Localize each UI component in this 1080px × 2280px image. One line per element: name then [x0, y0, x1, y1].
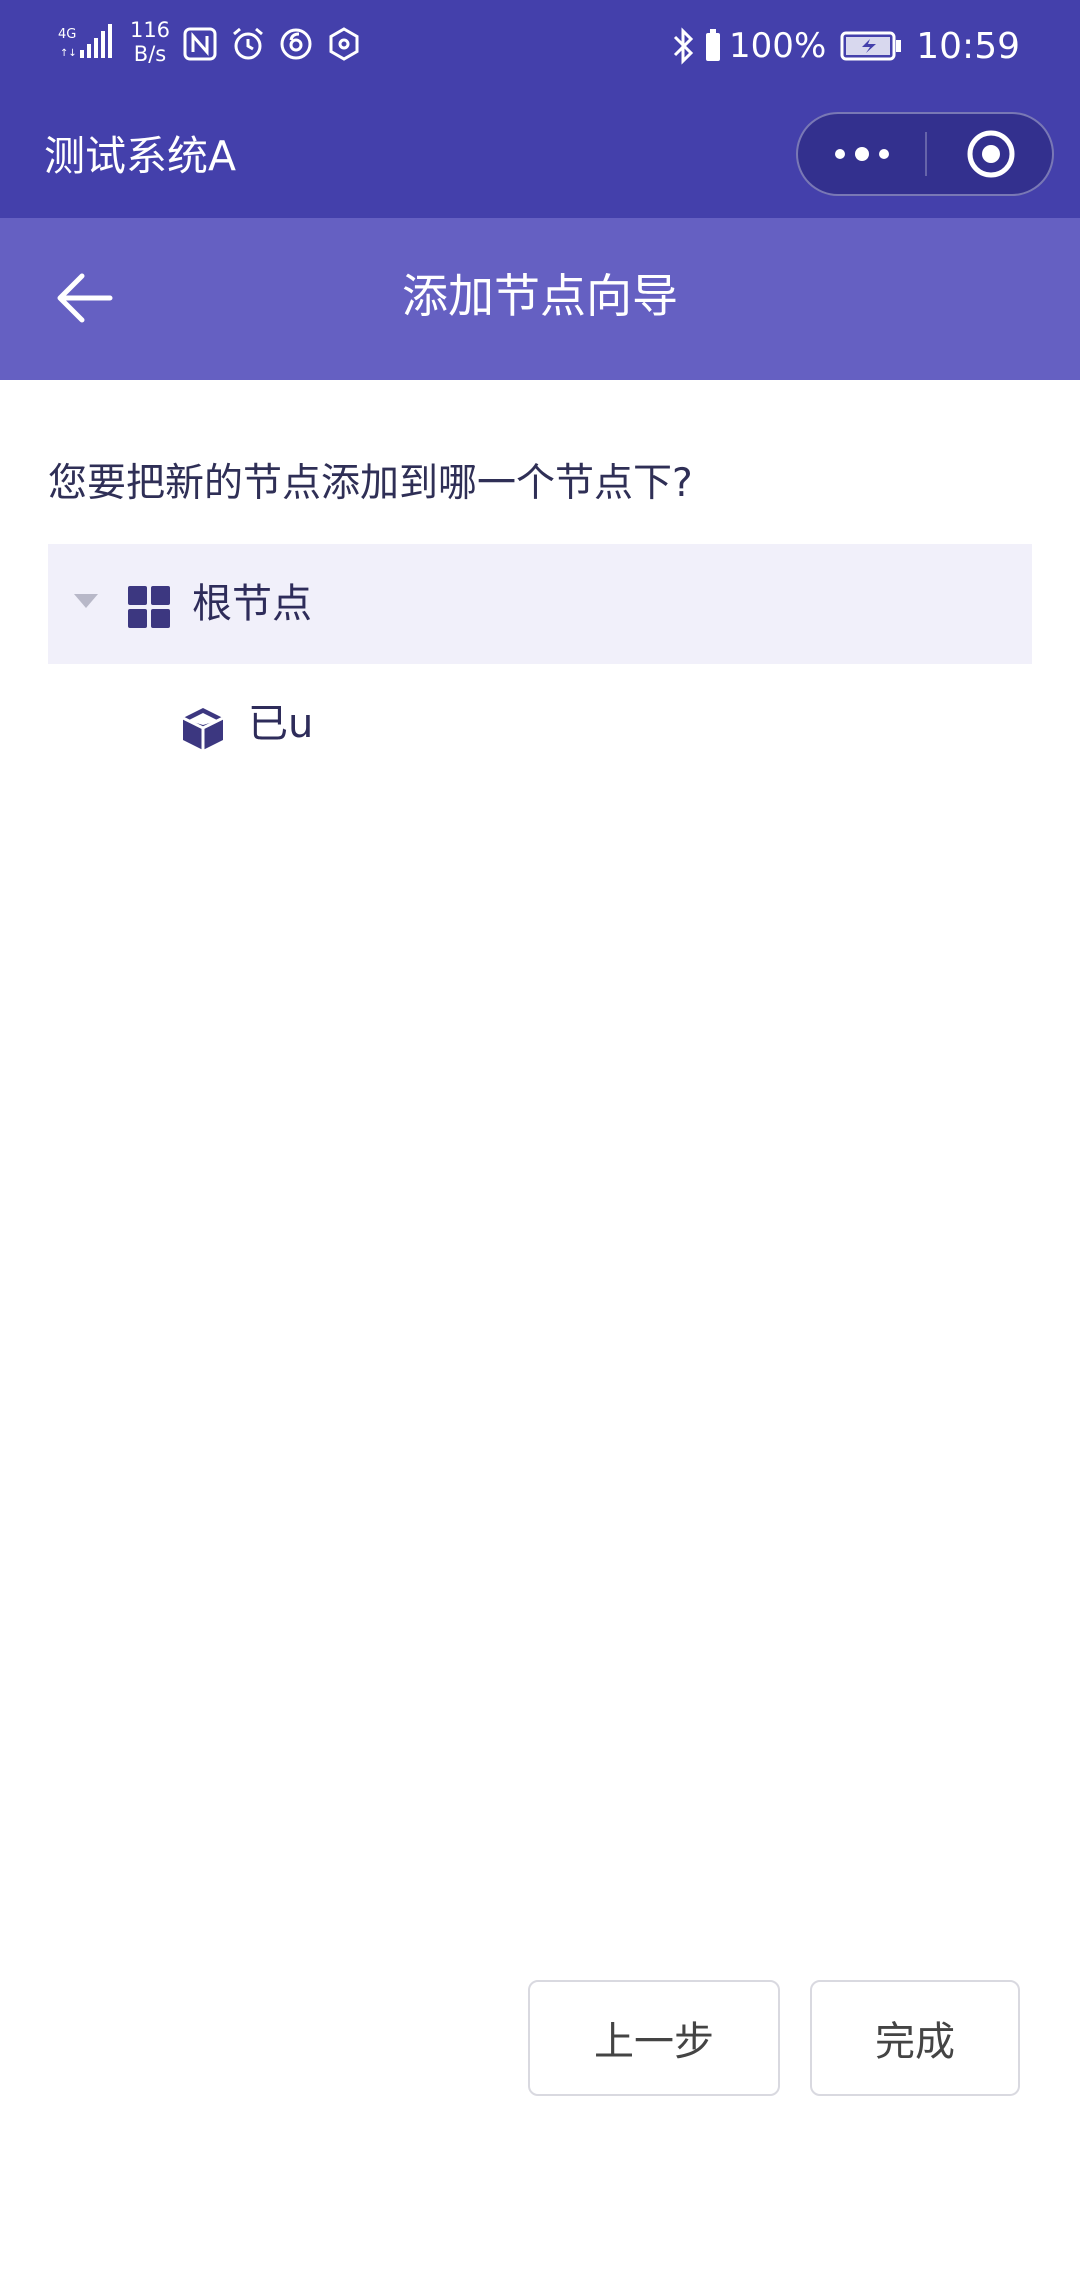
- page-title: 添加节点向导: [402, 269, 678, 323]
- target-icon: [967, 130, 1015, 178]
- tree-node-label: 根节点: [192, 581, 312, 627]
- clock: 10:59: [916, 25, 1020, 67]
- network-speed: 116 B/s: [129, 18, 171, 66]
- finish-button[interactable]: 完成: [810, 1980, 1020, 2096]
- top-bar: 4G ↑↓ 116 B/s 100% 10:59 测试系统A: [0, 0, 1080, 218]
- battery-charging-icon: [840, 31, 902, 61]
- miniprogram-capsule: [796, 112, 1054, 196]
- more-dot-icon: [879, 149, 889, 159]
- netease-music-icon: [280, 28, 312, 60]
- status-bar: 4G ↑↓ 116 B/s 100% 10:59: [0, 0, 1080, 92]
- page-header: 添加节点向导: [0, 218, 1080, 380]
- cube-icon: [182, 708, 224, 750]
- tree-node-child[interactable]: 已u: [48, 666, 1032, 786]
- more-button[interactable]: [798, 114, 926, 194]
- more-dot-icon: [855, 147, 869, 161]
- capsule-divider: [925, 132, 927, 176]
- grid-icon: [128, 586, 170, 628]
- hexagon-app-icon: [329, 27, 359, 61]
- more-dot-icon: [835, 149, 845, 159]
- close-miniprogram-button[interactable]: [930, 114, 1052, 194]
- signal-icon: 4G ↑↓: [58, 24, 112, 59]
- question-prompt: 您要把新的节点添加到哪一个节点下?: [48, 461, 693, 506]
- bluetooth-icon: [673, 27, 694, 65]
- svg-text:↑↓: ↑↓: [60, 48, 77, 59]
- nfc-icon: [183, 27, 217, 61]
- alarm-icon: [233, 27, 263, 60]
- svg-text:4G: 4G: [58, 27, 76, 42]
- app-title: 测试系统A: [44, 132, 237, 180]
- previous-step-button[interactable]: 上一步: [528, 1980, 780, 2096]
- battery-percent: 100%: [729, 26, 827, 66]
- vibrate-battery-icon: [706, 29, 721, 61]
- tree-node-root[interactable]: 根节点: [48, 544, 1032, 664]
- tree-node-label: 已u: [248, 701, 314, 747]
- expand-caret-icon[interactable]: [74, 594, 98, 608]
